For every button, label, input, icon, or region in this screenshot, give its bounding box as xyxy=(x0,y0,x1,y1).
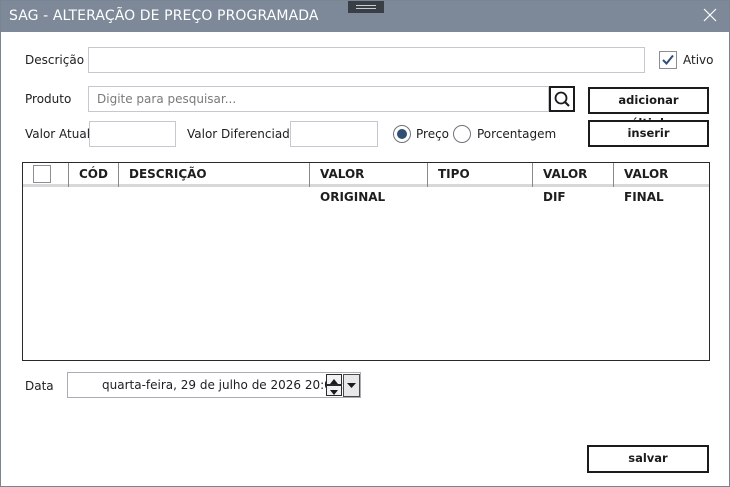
column-header-valor-dif[interactable]: VALOR DIF xyxy=(533,163,614,204)
porcentagem-radio[interactable] xyxy=(453,125,471,143)
chevron-down-icon xyxy=(347,383,356,388)
checkmark-icon xyxy=(662,54,674,65)
products-grid[interactable]: CÓD DESCRIÇÃO VALOR ORIGINAL TIPO VALOR … xyxy=(22,162,710,361)
descricao-input[interactable] xyxy=(88,47,645,73)
preco-radio[interactable] xyxy=(393,125,411,143)
salvar-button[interactable]: salvar xyxy=(587,445,709,473)
select-all-checkbox[interactable] xyxy=(33,165,51,183)
produto-search-input[interactable]: Digite para pesquisar... xyxy=(88,86,549,112)
column-header-descricao[interactable]: DESCRIÇÃO xyxy=(119,163,310,187)
date-value[interactable]: quarta-feira, 29 de julho de 2026 20:03:… xyxy=(102,378,359,392)
search-button[interactable] xyxy=(549,86,575,112)
ativo-checkbox[interactable] xyxy=(659,51,677,69)
valor-atual-label: Valor Atual xyxy=(25,127,91,141)
column-header-tipo[interactable]: TIPO xyxy=(428,163,533,187)
valor-atual-input[interactable] xyxy=(89,121,176,147)
column-header-valor-original[interactable]: VALOR ORIGINAL xyxy=(310,163,428,204)
column-header-valor-final[interactable]: VALOR FINAL xyxy=(614,163,709,204)
column-header-cod[interactable]: CÓD xyxy=(69,163,119,187)
drag-grip-icon[interactable] xyxy=(348,1,384,13)
grid-header: CÓD DESCRIÇÃO VALOR ORIGINAL TIPO VALOR … xyxy=(23,163,709,204)
produto-label: Produto xyxy=(25,92,72,106)
date-spin-down-button[interactable] xyxy=(326,385,342,396)
preco-label: Preço xyxy=(416,127,450,141)
window-title: SAG - ALTERAÇÃO DE PREÇO PROGRAMADA xyxy=(9,8,319,24)
date-spin-up-button[interactable] xyxy=(326,374,342,385)
valor-diferenciado-label: Valor Diferenciado xyxy=(187,127,298,141)
close-icon[interactable] xyxy=(703,8,717,22)
date-dropdown-button[interactable] xyxy=(343,374,360,397)
search-icon xyxy=(554,91,570,107)
main-window: SAG - ALTERAÇÃO DE PREÇO PROGRAMADA Desc… xyxy=(0,0,730,487)
title-bar[interactable]: SAG - ALTERAÇÃO DE PREÇO PROGRAMADA xyxy=(1,1,729,32)
ativo-label: Ativo xyxy=(683,53,714,67)
header-select-cell xyxy=(23,163,69,187)
date-picker[interactable]: quarta-feira, 29 de julho de 2026 20:03:… xyxy=(67,372,361,398)
descricao-label: Descrição xyxy=(25,53,85,67)
porcentagem-label: Porcentagem xyxy=(477,127,557,141)
triangle-down-icon xyxy=(330,390,338,395)
inserir-button[interactable]: inserir xyxy=(588,120,709,147)
adicionar-multiplos-button[interactable]: adicionar múltiplos xyxy=(588,87,709,130)
data-label: Data xyxy=(25,379,54,393)
valor-diferenciado-input[interactable] xyxy=(290,121,378,147)
